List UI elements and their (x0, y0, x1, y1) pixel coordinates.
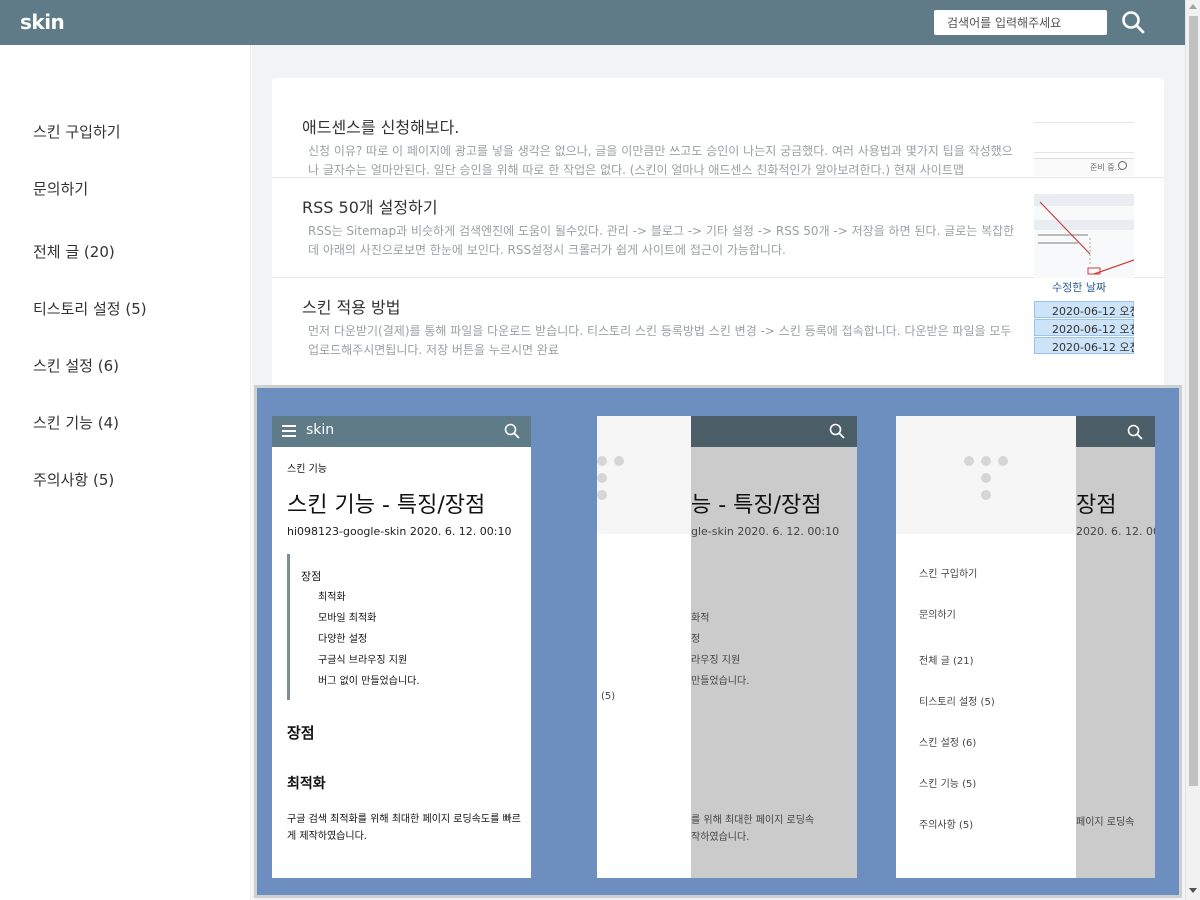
post-thumbnail[interactable]: 준비 중... (1034, 92, 1134, 176)
loading-dots-icon (964, 456, 1008, 500)
mobile-post-title: 스킨 기능 - 특징/장점 (287, 493, 486, 518)
post-excerpt: RSS는 Sitemap과 비슷하게 검색엔진에 도움이 될수있다. 관리 ->… (308, 224, 1015, 257)
post-title[interactable]: RSS 50개 설정하기 (302, 194, 438, 218)
post-item[interactable]: 스킨 적용 방법 먼저 다운받기(결제)를 통해 파일을 다운로드 받습니다. … (272, 278, 1164, 378)
post-title[interactable]: 스킨 적용 방법 (302, 294, 401, 318)
scroll-up-arrow-icon[interactable] (1189, 4, 1197, 9)
site-logo[interactable]: skin (20, 10, 65, 34)
sidebar-item-all-posts[interactable]: 전체 글 (20) (33, 241, 115, 262)
scroll-down-arrow-icon[interactable] (1189, 888, 1197, 893)
sidebar: 스킨 구입하기 문의하기 전체 글 (20) 티스토리 설정 (5) 스킨 설정… (0, 45, 251, 900)
post-thumbnail[interactable] (1034, 194, 1134, 278)
mobile-quote-head: 장점 (301, 570, 322, 583)
hamburger-menu-icon (282, 425, 296, 437)
mobile-search-icon (829, 423, 845, 439)
mobile-quote-item: 구글식 브라우징 지원 (318, 655, 408, 666)
thumb-column-header: 수정한 날짜 (1052, 281, 1107, 294)
mobile-post-meta: gle-skin 2020. 6. 12. 00:10 (691, 525, 840, 538)
drawer-menu-item: 스킨 설정 (6) (919, 738, 977, 749)
mobile-quote-item: 모바일 최적화 (318, 613, 377, 624)
drawer-menu-item: 스킨 기능 (5) (919, 779, 977, 790)
drawer-count: (5) (601, 691, 616, 702)
drawer-menu-item: 티스토리 설정 (5) (919, 697, 995, 708)
mobile-quote-item: 만들었습니다. (691, 676, 750, 687)
mobile-quote-item: 화적 (691, 613, 710, 624)
mobile-search-icon (504, 423, 520, 439)
post-thumbnail[interactable]: 수정한 날짜 2020-06-12 오전 2020-06-12 오전 2020-… (1034, 278, 1134, 378)
drawer-menu-item: 스킨 구입하기 (919, 569, 978, 580)
mobile-post-meta: 2020. 6. 12. 00:10 (1076, 525, 1155, 538)
sidebar-item-buy-skin[interactable]: 스킨 구입하기 (33, 121, 121, 142)
sidebar-item-skin-features[interactable]: 스킨 기능 (4) (33, 412, 119, 433)
top-header: skin (0, 0, 1185, 45)
mobile-quote-item: 다양한 설정 (318, 634, 368, 645)
post-list: 애드센스를 신청해보다. 신청 이유? 따로 이 페이지에 광고를 넣을 생각은… (272, 78, 1164, 398)
post-excerpt: 먼저 다운받기(결제)를 통해 파일을 다운로드 받습니다. 티스토리 스킨 등… (308, 324, 1012, 357)
mobile-quote-item: 최적화 (318, 592, 346, 603)
image-preview-overlay[interactable]: skin 스킨 기능 스킨 기능 - 특징/장점 hi098123-google… (254, 385, 1182, 898)
mobile-heading-3: 최적화 (287, 776, 326, 792)
thumb-row: 2020-06-12 오전 (1052, 341, 1134, 354)
page-scrollbar[interactable] (1185, 0, 1200, 900)
mobile-header: skin (272, 416, 531, 447)
mobile-post-meta: hi098123-google-skin 2020. 6. 12. 00:10 (287, 525, 512, 538)
mobile-quote-item: 라우징 지원 (691, 655, 741, 666)
mobile-paragraph: 구글 검색 최적화를 위해 최대한 페이지 로딩속도를 빠르게 제작하였습니다. (287, 814, 521, 842)
mobile-logo: skin (306, 422, 335, 438)
info-icon (1118, 161, 1127, 170)
mobile-paragraph: 를 위해 최대한 페이지 로딩속 (691, 815, 815, 826)
drawer-menu-item: 문의하기 (919, 610, 956, 621)
scroll-thumb[interactable] (1189, 16, 1198, 786)
sidebar-item-tistory-settings[interactable]: 티스토리 설정 (5) (33, 298, 147, 319)
drawer-panel: (5) (597, 416, 691, 878)
mobile-preview-1: skin 스킨 기능 스킨 기능 - 특징/장점 hi098123-google… (272, 416, 531, 878)
mobile-paragraph: 작하였습니다. (691, 832, 750, 843)
post-item[interactable]: RSS 50개 설정하기 RSS는 Sitemap과 비슷하게 검색엔진에 도움… (272, 178, 1164, 278)
mobile-heading-2: 장점 (287, 724, 315, 742)
thumb-arrow-graphic (1039, 201, 1134, 275)
post-excerpt: 신청 이유? 따로 이 페이지에 광고를 넣을 생각은 없으나, 글을 이만큼만… (308, 144, 1013, 177)
mobile-search-icon (1127, 424, 1143, 440)
post-title[interactable]: 애드센스를 신청해보다. (302, 114, 459, 138)
search-icon[interactable] (1120, 9, 1146, 35)
mobile-post-title: 장점 (1076, 493, 1117, 518)
loading-dots-icon (597, 456, 624, 500)
mobile-preview-3: 장점 2020. 6. 12. 00:10 페이지 로딩속 스킨 구입하기 문의… (896, 416, 1155, 878)
drawer-menu-item: 주의사항 (5) (919, 820, 974, 831)
mobile-quote-item: 정 (691, 634, 701, 645)
sidebar-item-inquiry[interactable]: 문의하기 (33, 178, 88, 199)
sidebar-item-skin-settings[interactable]: 스킨 설정 (6) (33, 355, 119, 376)
thumb-row: 2020-06-12 오전 (1052, 323, 1134, 336)
drawer-panel: 스킨 구입하기 문의하기 전체 글 (21) 티스토리 설정 (5) 스킨 설정… (896, 416, 1076, 878)
mobile-quote-item: 버그 없이 만들었습니다. (318, 676, 420, 687)
mobile-category: 스킨 기능 (287, 464, 327, 475)
mobile-post-title: 능 - 특징/장점 (691, 493, 822, 518)
sidebar-item-cautions[interactable]: 주의사항 (5) (33, 469, 114, 490)
mobile-quote-bar (287, 554, 290, 700)
mobile-paragraph: 페이지 로딩속 (1076, 817, 1135, 828)
post-item[interactable]: 애드센스를 신청해보다. 신청 이유? 따로 이 페이지에 광고를 넣을 생각은… (272, 78, 1164, 178)
drawer-menu-item: 전체 글 (21) (919, 656, 974, 667)
thumb-row: 2020-06-12 오전 (1052, 305, 1134, 318)
search-input[interactable] (934, 10, 1107, 35)
mobile-preview-2: 능 - 특징/장점 gle-skin 2020. 6. 12. 00:10 화적… (597, 416, 857, 878)
